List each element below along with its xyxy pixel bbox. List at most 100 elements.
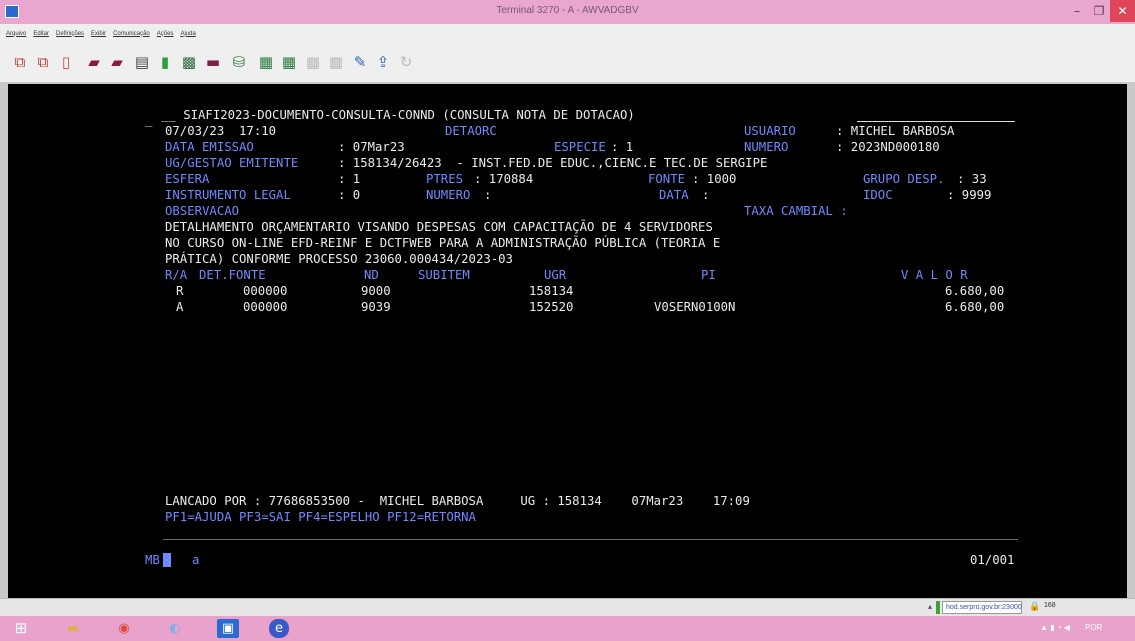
instrumento-legal-label: INSTRUMENTO LEGAL [165, 188, 291, 202]
send-icon[interactable]: ▰ [84, 53, 104, 71]
disconnect-icon[interactable]: ▦ [279, 53, 299, 71]
menu-exibir[interactable]: Exibir [91, 31, 106, 37]
col-header-ugr: UGR [544, 268, 567, 282]
menu-comunicacao[interactable]: Comunicação [113, 31, 150, 37]
edge-icon[interactable]: e [269, 619, 289, 638]
transfer-down-icon[interactable]: ▦ [326, 53, 346, 71]
observacao-line-3: PRÁTICA) CONFORME PROCESSO 23060.000434/… [165, 252, 513, 266]
window-title: Terminal 3270 - A - AWVADGBV [496, 5, 639, 16]
refresh-icon[interactable]: ↻ [396, 53, 416, 71]
row-1-valor: 6.680,00 [945, 284, 1005, 298]
data-emissao-value: : 07Mar23 [338, 140, 405, 154]
row-2-det-fonte: 000000 [243, 300, 288, 314]
paste-screen-icon[interactable]: ⧉ [33, 53, 53, 71]
terminal-icon[interactable]: ▣ [217, 619, 239, 638]
col-header-valor: V A L O R [901, 268, 968, 282]
upload-icon[interactable]: ⇪ [373, 53, 393, 71]
terminal-screen[interactable]: _ __ SIAFI2023-DOCUMENTO-CONSULTA-CONND … [8, 84, 1127, 598]
dropdown-arrow-icon[interactable]: ▴ [928, 602, 932, 611]
numero-instrumento-value: : [484, 188, 492, 202]
menu-ajuda[interactable]: Ajuda [180, 31, 195, 37]
tray-icons[interactable]: ▲ ▮ ◔ ◀ [1040, 623, 1070, 632]
fonte-value: : 1000 [692, 172, 737, 186]
host-address: hod.serpro.gov.br:23000 [942, 601, 1022, 614]
observacao-line-2: NO CURSO ON-LINE EFD-REINF E DCTFWEB PAR… [165, 236, 721, 250]
row-2-ugr: 152520 [529, 300, 574, 314]
attention-icon[interactable]: ⛁ [229, 53, 249, 71]
row-1-ugr: 158134 [529, 284, 574, 298]
usuario-label: USUARIO [744, 124, 796, 138]
row-1-nd: 9000 [361, 284, 391, 298]
transfer-up-icon[interactable]: ▦ [303, 53, 323, 71]
row-2-valor: 6.680,00 [945, 300, 1005, 314]
row-1-det-fonte: 000000 [243, 284, 288, 298]
edit-icon[interactable]: ✎ [350, 53, 370, 71]
esfera-label: ESFERA [165, 172, 210, 186]
date-time: 07/03/23 17:10 [165, 124, 277, 138]
col-header-pi: PI [701, 268, 716, 282]
screen-title: __ SIAFI2023-DOCUMENTO-CONSULTA-CONND (C… [161, 108, 635, 122]
app-icon[interactable]: ◐ [164, 619, 186, 638]
ptres-value: : 170884 [474, 172, 534, 186]
row-2-nd: 9039 [361, 300, 391, 314]
receive-icon[interactable]: ▰ [107, 53, 127, 71]
numero-label: NUMERO [744, 140, 789, 154]
numero-value: : 2023ND000180 [836, 140, 940, 154]
text-cursor [163, 553, 171, 567]
menu-acoes[interactable]: Ações [157, 31, 174, 37]
ug-gestao-value: : 158134/26423 - INST.FED.DE EDUC.,CIENC… [338, 156, 768, 170]
keyboard-icon[interactable]: ▬ [203, 53, 223, 71]
ug-gestao-label: UG/GESTAO EMITENTE [165, 156, 299, 170]
data-value: : [702, 188, 710, 202]
print-icon[interactable]: ▯ [56, 53, 76, 71]
taxa-cambial-label: TAXA CAMBIAL : [744, 204, 848, 218]
data-emissao-label: DATA EMISSAO [165, 140, 254, 154]
observacao-line-1: DETALHAMENTO ORÇAMENTARIO VISANDO DESPES… [165, 220, 713, 234]
title-bar: Terminal 3270 - A - AWVADGBV – ❐ ✕ [0, 0, 1135, 24]
menu-bar: Arquivo Editar Definições Exibir Comunic… [0, 24, 1135, 43]
observacao-label: OBSERVACAO [165, 204, 240, 218]
fonte-label: FONTE [648, 172, 686, 186]
connection-indicator-icon [936, 601, 940, 614]
status-code: 168 [1044, 602, 1056, 609]
ptres-label: PTRES [426, 172, 464, 186]
menu-editar[interactable]: Editar [33, 31, 49, 37]
close-button[interactable]: ✕ [1110, 0, 1135, 22]
menu-definicoes[interactable]: Definições [56, 31, 84, 37]
minimize-button[interactable]: – [1066, 0, 1088, 22]
esfera-value: : 1 [338, 172, 361, 186]
windows-start-icon[interactable]: ⊞ [10, 619, 32, 638]
document-icon[interactable]: ▮ [155, 53, 175, 71]
grupo-desp-value: : 33 [957, 172, 987, 186]
lancado-por-line: LANCADO POR : 77686853500 - MICHEL BARBO… [165, 494, 750, 508]
toolbar: ⧉ ⧉ ▯ ▰ ▰ ▤ ▮ ▩ ▬ ⛁ ▦ ▦ ▦ ▦ ✎ ⇪ ↻ [0, 43, 1135, 83]
command-input[interactable]: a [192, 554, 199, 567]
grupo-desp-label: GRUPO DESP. [863, 172, 945, 186]
col-header-subitem: SUBITEM [418, 268, 470, 282]
command-separator [163, 539, 1018, 540]
idoc-value: : 9999 [947, 188, 992, 202]
lock-icon[interactable]: 🔒 [1028, 601, 1042, 614]
page-indicator: 01/001 [970, 553, 1015, 567]
chrome-icon[interactable]: ◉ [113, 619, 135, 638]
connect-icon[interactable]: ▦ [256, 53, 276, 71]
row-2-ra: A [176, 300, 184, 314]
language-indicator[interactable]: POR [1085, 623, 1102, 632]
row-1-ra: R [176, 284, 184, 298]
pf-keys-line: PF1=AJUDA PF3=SAI PF4=ESPELHO PF12=RETOR… [165, 510, 476, 524]
col-header-nd: ND [364, 268, 379, 282]
taskbar: ⊞ ▬ ◉ ◐ ▣ e ▲ ▮ ◔ ◀ POR [0, 616, 1135, 641]
status-bar: ▴ hod.serpro.gov.br:23000 🔒 168 [0, 598, 1135, 616]
idoc-label: IDOC [863, 188, 893, 202]
macro-icon[interactable]: ▩ [179, 53, 199, 71]
page-icon[interactable]: ▤ [132, 53, 152, 71]
file-explorer-icon[interactable]: ▬ [62, 619, 84, 638]
maximize-button[interactable]: ❐ [1088, 0, 1110, 22]
copy-screen-icon[interactable]: ⧉ [10, 53, 30, 71]
especie-label: ESPECIE [554, 140, 606, 154]
numero-instrumento-label: NUMERO [426, 188, 471, 202]
data-label: DATA [659, 188, 689, 202]
menu-arquivo[interactable]: Arquivo [6, 31, 26, 37]
col-header-ra: R/A [165, 268, 188, 282]
col-header-det-fonte: DET.FONTE [199, 268, 266, 282]
